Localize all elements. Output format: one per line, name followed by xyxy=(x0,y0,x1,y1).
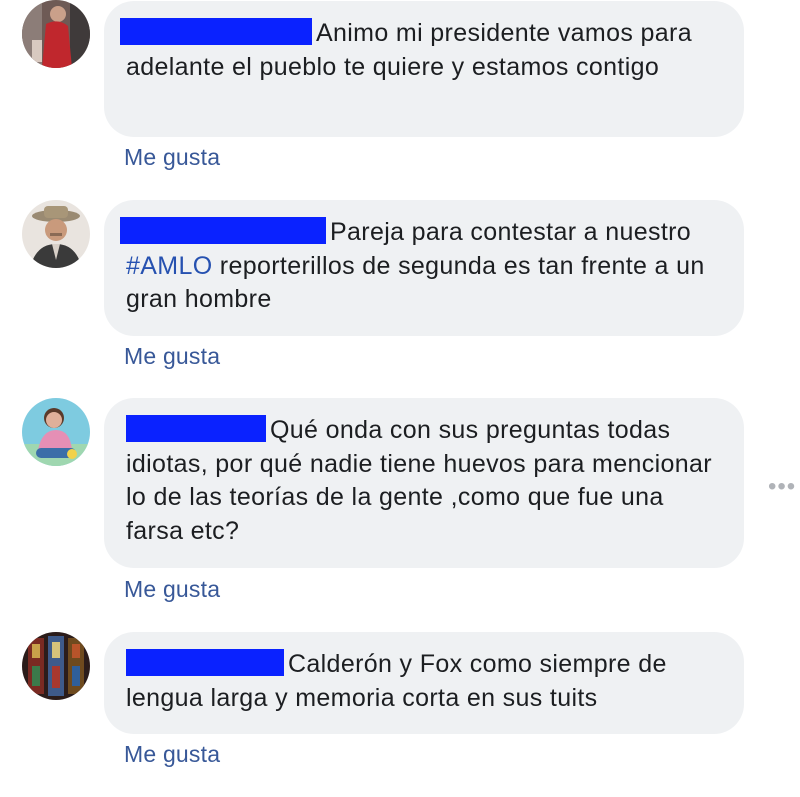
redacted-author-name[interactable] xyxy=(126,415,266,442)
comment-bubble: Pareja para contestar a nuestro #AMLO re… xyxy=(104,200,744,336)
comment-text: reporterillos de segunda es tan frente a… xyxy=(126,251,705,314)
like-link[interactable]: Me gusta xyxy=(124,741,220,768)
avatar[interactable] xyxy=(22,0,90,68)
redacted-author-name[interactable] xyxy=(120,18,312,45)
hashtag-link[interactable]: #AMLO xyxy=(126,252,213,280)
like-link[interactable]: Me gusta xyxy=(124,343,220,370)
redacted-author-name[interactable] xyxy=(126,649,284,676)
more-options-icon[interactable]: ••• xyxy=(768,473,796,501)
comment-bubble: Calderón y Fox como siempre de lengua la… xyxy=(104,632,744,734)
like-link[interactable]: Me gusta xyxy=(124,576,220,603)
redacted-author-name[interactable] xyxy=(120,217,326,244)
profile-photo-icon xyxy=(22,200,90,268)
comment-bubble: Animo mi presidente vamos para adelante … xyxy=(104,1,744,137)
avatar[interactable] xyxy=(22,200,90,268)
profile-photo-icon xyxy=(22,632,90,700)
avatar[interactable] xyxy=(22,398,90,466)
avatar[interactable] xyxy=(22,632,90,700)
profile-photo-icon xyxy=(22,0,90,68)
comment-text: Pareja para contestar a nuestro xyxy=(330,218,692,246)
comment-bubble: Qué onda con sus preguntas todas idiotas… xyxy=(104,398,744,568)
profile-photo-icon xyxy=(22,398,90,466)
like-link[interactable]: Me gusta xyxy=(124,144,220,171)
